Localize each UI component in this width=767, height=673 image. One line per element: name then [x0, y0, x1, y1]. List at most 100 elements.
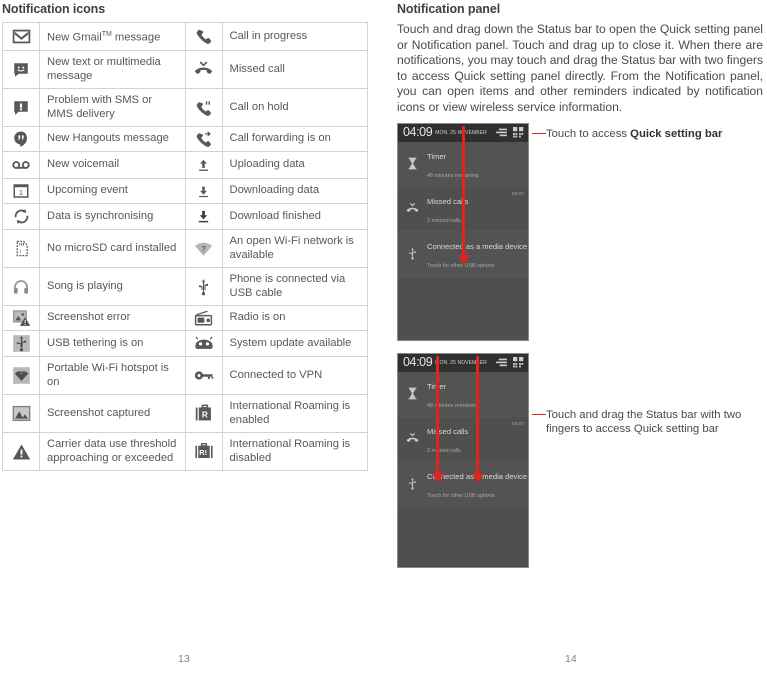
sms-problem-icon — [2, 88, 40, 128]
quick-settings-grid-icon[interactable] — [513, 357, 524, 368]
icon-label: Upcoming event — [39, 178, 186, 205]
callout-two-finger-drag: Touch and drag the Status bar with two f… — [532, 408, 767, 437]
right-column: Notification panel Touch and drag down t… — [397, 0, 767, 673]
notification-item[interactable]: Timer 48 minutes remaining — [398, 371, 528, 417]
icon-label: Problem with SMS or MMS delivery — [39, 88, 186, 128]
screenshot-captured-icon — [2, 394, 40, 434]
notification-panel-empty-area: 3 — [398, 506, 528, 567]
notification-panel-empty-area: 3 — [398, 276, 528, 340]
table-row: Portable Wi-Fi hotspot is on Connected t… — [2, 356, 368, 396]
svg-text:1: 1 — [19, 188, 23, 197]
voicemail-icon — [2, 151, 40, 180]
icon-label: Data is synchronising — [39, 203, 186, 231]
status-bar-date: MON, 25 NOVEMBER — [435, 359, 487, 366]
warning-icon — [2, 432, 40, 472]
notification-item[interactable]: Missed calls 2 missed calls 04:07 — [398, 416, 528, 462]
notification-icons-title: Notification icons — [2, 2, 106, 16]
icon-label: Carrier data use threshold approaching o… — [39, 432, 186, 472]
page-number-right: 14 — [565, 653, 577, 665]
icon-label: Song is playing — [39, 267, 186, 307]
two-finger-drag-arrow-right — [476, 355, 479, 474]
screenshot-one-wrap: 04:09 MON, 25 NOVEMBER Timer 48 minutes … — [397, 122, 763, 341]
usb-tethering-icon — [2, 330, 40, 358]
icon-label: Call on hold — [221, 88, 368, 128]
wifi-open-network-icon: ? — [184, 229, 223, 269]
signal-bars-icon — [496, 358, 507, 367]
notification-panel-body: Touch and drag down the Status bar to op… — [397, 22, 763, 114]
icon-label: New voicemail — [39, 151, 186, 180]
table-row: New Hangouts message Call forwarding is … — [2, 126, 368, 153]
callout-leader-line — [532, 413, 546, 416]
call-forwarding-icon — [184, 126, 223, 153]
roaming-enabled-icon: R — [184, 394, 223, 434]
table-row: Problem with SMS or MMS delivery Call on… — [2, 88, 368, 128]
upload-icon — [184, 151, 223, 180]
icon-label: An open Wi-Fi network is available — [221, 229, 368, 269]
phone-screenshot-two: 04:09 MON, 25 NOVEMBER 48 minutes remain… — [397, 352, 529, 568]
status-bar-icons — [495, 127, 524, 138]
signal-bars-icon — [496, 128, 507, 137]
timer-icon — [398, 157, 427, 170]
usb-icon — [184, 267, 223, 307]
icon-label: Connected to VPN — [221, 356, 368, 396]
left-column: Notification icons New GmailTM message C… — [0, 0, 383, 673]
icon-label: Download finished — [221, 203, 368, 231]
icon-label: New Hangouts message — [39, 126, 186, 153]
download-done-icon — [184, 203, 223, 231]
page-number-left: 13 — [178, 653, 190, 665]
manual-page-spread: Notification icons New GmailTM message C… — [0, 0, 767, 673]
status-bar[interactable]: 04:09 MON, 25 NOVEMBER — [398, 353, 528, 372]
two-finger-drag-arrow-left — [436, 355, 439, 474]
call-on-hold-icon — [184, 88, 223, 128]
table-row: New text or multimedia message Missed ca… — [2, 50, 368, 90]
notification-title: Connected as a media device — [427, 241, 528, 251]
system-update-icon — [184, 330, 223, 358]
svg-text:i: i — [20, 249, 21, 255]
icon-label: System update available — [221, 330, 368, 358]
icon-label: New text or multimedia message — [39, 50, 186, 90]
icon-label: Missed call — [221, 50, 368, 90]
status-bar-time: 04:09 — [403, 355, 433, 370]
vpn-key-icon — [184, 356, 223, 396]
callout-one-bold: Quick setting bar — [630, 127, 723, 140]
quick-settings-grid-icon[interactable] — [513, 127, 524, 138]
icon-label: USB tethering is on — [39, 330, 186, 358]
icon-label: Downloading data — [221, 178, 368, 205]
notification-subtitle: 2 missed calls — [427, 447, 461, 454]
usb-icon — [398, 247, 427, 260]
icon-label: New GmailTM message — [39, 21, 186, 52]
radio-icon — [184, 305, 223, 332]
notification-subtitle: 2 missed calls — [427, 217, 461, 224]
notification-item[interactable]: Connected as a media device Touch for ot… — [398, 461, 528, 507]
status-bar-time: 04:09 — [403, 125, 433, 140]
notification-icons-table: New GmailTM message Call in progress New… — [2, 21, 368, 472]
icon-label: Call forwarding is on — [221, 126, 368, 153]
sms-mms-message-icon — [2, 50, 40, 90]
headphones-icon — [2, 267, 40, 307]
usb-icon — [398, 477, 427, 490]
notification-panel-title: Notification panel — [397, 2, 501, 16]
notification-time: 04:07 — [511, 421, 524, 427]
phone-screenshot-one: 04:09 MON, 25 NOVEMBER Timer 48 minutes … — [397, 122, 529, 341]
wifi-hotspot-icon — [2, 356, 40, 396]
download-icon — [184, 178, 223, 205]
callout-two-text: Touch and drag the Status bar with two f… — [546, 408, 742, 436]
notification-subtitle: 48 minutes remaining — [427, 172, 479, 179]
table-row: Screenshot captured R International Roam… — [2, 394, 368, 434]
icon-label: Uploading data — [221, 151, 368, 180]
icon-label: International Roaming is enabled — [221, 394, 368, 434]
icon-label: No microSD card installed — [39, 229, 186, 269]
status-bar-icons — [495, 357, 524, 368]
table-row: Song is playing Phone is connected via U… — [2, 267, 368, 307]
drag-down-arrow-annotation — [462, 125, 465, 256]
calendar-event-icon: 1 — [2, 178, 40, 205]
notification-time: 04:07 — [511, 191, 524, 197]
screenshot-two-wrap: 04:09 MON, 25 NOVEMBER 48 minutes remain… — [397, 352, 763, 568]
table-row: New GmailTM message Call in progress — [2, 21, 368, 52]
callout-quick-setting-bar: Touch to access Quick setting bar — [532, 127, 762, 142]
table-row: Screenshot error Radio is on — [2, 305, 368, 332]
missed-call-icon — [184, 50, 223, 90]
svg-text:R: R — [201, 411, 207, 420]
svg-text:R!: R! — [199, 448, 207, 457]
notification-title: Timer — [427, 151, 447, 161]
